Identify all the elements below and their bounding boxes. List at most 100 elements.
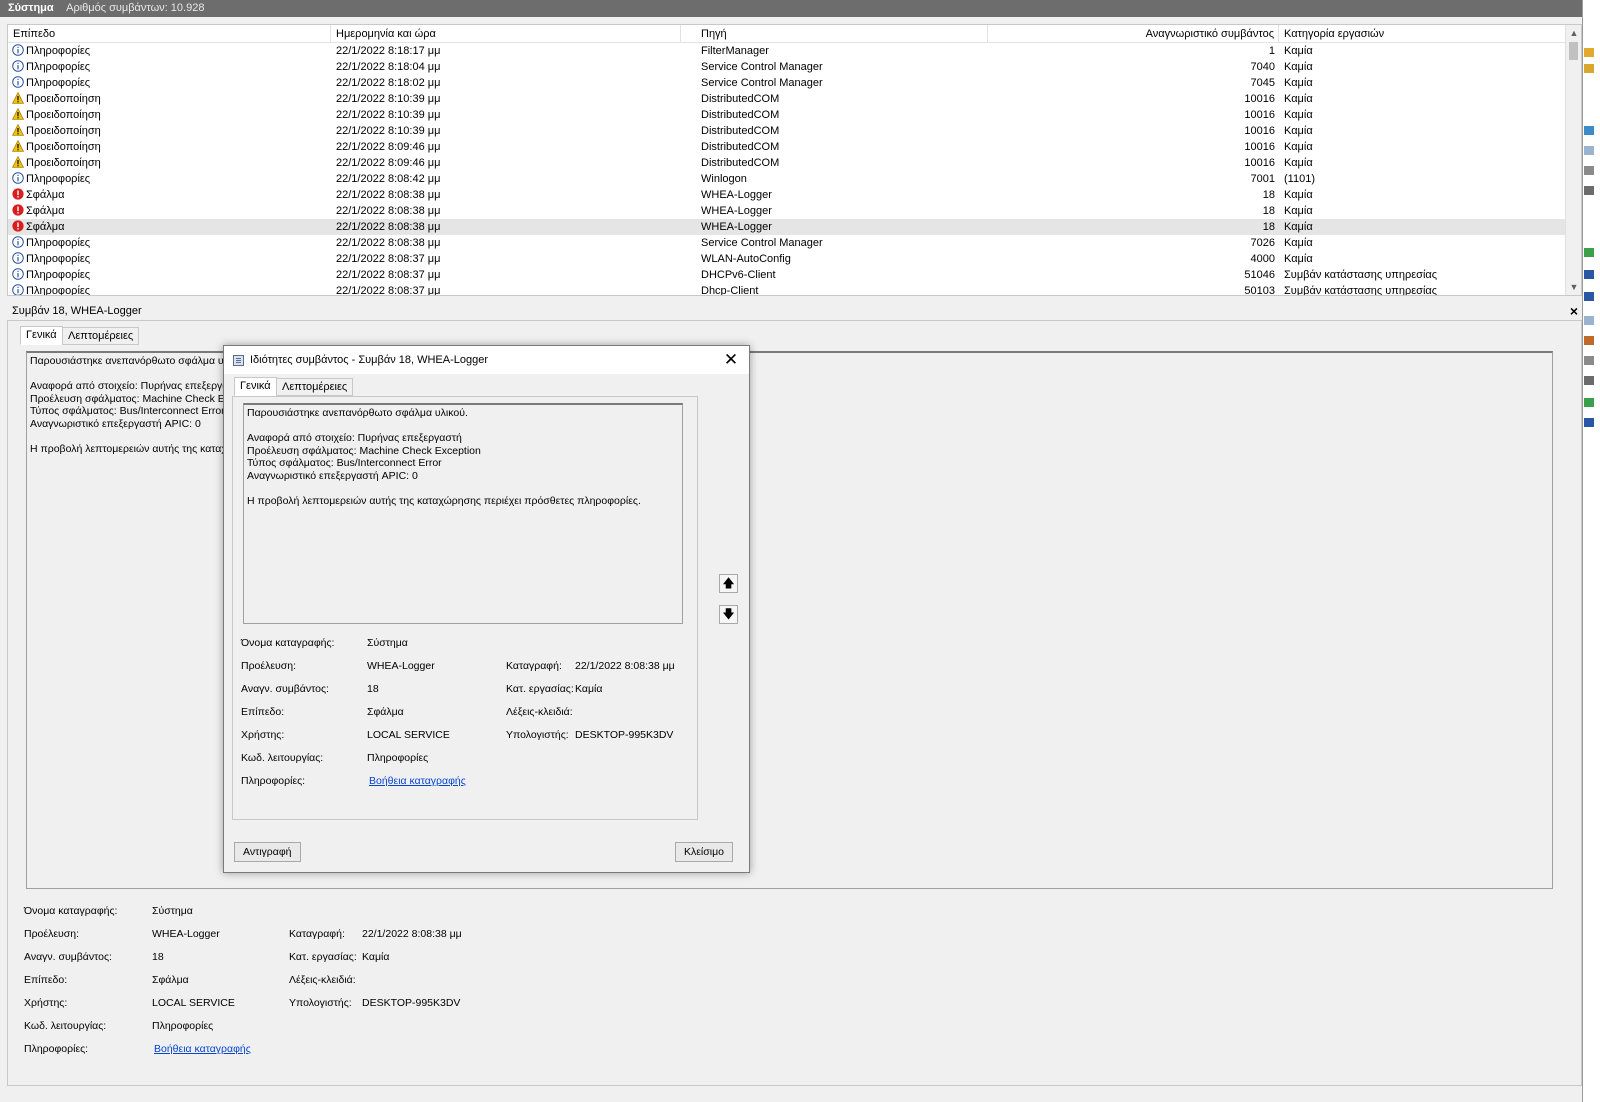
table-row[interactable]: Προειδοποίηση 22/1/2022 8:10:39 μμ Distrib… [8,107,1566,123]
folder-icon[interactable] [1584,48,1594,57]
cell-task-category: Καμία [1284,205,1313,217]
cell-event-id: 7040 [1250,61,1275,73]
column-event-id[interactable]: Αναγνωριστικό συμβάντος [988,25,1279,43]
scroll-up-icon[interactable]: ▲ [1566,25,1581,41]
copy-button[interactable]: Αντιγραφή [234,842,301,862]
dialog-label-logged: Καταγραφή: [506,660,562,672]
cell-event-id: 7026 [1250,237,1275,249]
cell-date: 22/1/2022 8:08:37 μμ [336,253,441,265]
event-properties-icon [233,355,244,366]
cell-event-id: 18 [1262,221,1275,233]
dialog-value-opcode: Πληροφορίες [367,752,429,764]
event-log-help-link[interactable]: Βοήθεια καταγραφής [154,1043,251,1055]
cell-date: 22/1/2022 8:18:04 μμ [336,61,441,73]
detail-tab-general[interactable]: Γενικά [20,326,63,345]
detail-close-icon[interactable]: × [1570,302,1578,320]
cell-event-id: 4000 [1250,253,1275,265]
cell-level: Προειδοποίηση [12,155,332,171]
dialog-event-log-help-link[interactable]: Βοήθεια καταγραφής [369,775,466,787]
help-event-icon[interactable] [1584,418,1594,427]
cell-source: DistributedCOM [701,93,780,105]
cell-date: 22/1/2022 8:10:39 μμ [336,93,441,105]
previous-event-icon[interactable]: 🡅 [719,574,738,593]
event-list[interactable]: Επίπεδο Ημερομηνία και ώρα Πηγή Αναγνωρι… [7,24,1582,296]
table-row[interactable]: Πληροφορίες 22/1/2022 8:18:17 μμ FilterMan… [8,43,1566,59]
level-text: Πληροφορίες [26,61,91,73]
table-row[interactable]: Πληροφορίες 22/1/2022 8:08:37 μμ DHCPv6-Cl… [8,267,1566,283]
cell-date: 22/1/2022 8:08:37 μμ [336,285,441,296]
level-text: Πληροφορίες [26,45,91,57]
dialog-value-level: Σφάλμα [367,706,404,718]
column-level[interactable]: Επίπεδο [8,25,331,43]
event-list-scrollbar[interactable]: ▲ ▼ [1565,25,1581,295]
cell-level: Πληροφορίες [12,171,332,187]
find-icon[interactable] [1584,166,1594,175]
properties-icon[interactable] [1584,146,1594,155]
scroll-thumb[interactable] [1569,42,1578,60]
cell-task-category: (1101) [1284,173,1315,185]
cell-date: 22/1/2022 8:08:38 μμ [336,221,441,233]
cell-task-category: Καμία [1284,45,1313,57]
cell-source: DistributedCOM [701,157,780,169]
actions-pane-edge [1582,0,1600,1102]
value-source: WHEA-Logger [152,928,220,940]
value-log-name: Σύστημα [152,905,193,917]
dialog-value-logged: 22/1/2022 8:08:38 μμ [575,660,675,672]
dialog-close-icon[interactable]: ✕ [721,350,741,370]
table-row[interactable]: Πληροφορίες 22/1/2022 8:08:38 μμ Service C… [8,235,1566,251]
label-user: Χρήστης: [24,997,68,1009]
value-opcode: Πληροφορίες [152,1020,214,1032]
table-row[interactable]: Προειδοποίηση 22/1/2022 8:10:39 μμ Distrib… [8,91,1566,107]
dialog-titlebar[interactable]: Ιδιότητες συμβάντος - Συμβάν 18, WHEA-Lo… [224,346,749,374]
info-icon [12,236,24,248]
cell-event-id: 10016 [1244,141,1275,153]
level-text: Προειδοποίηση [26,93,101,105]
label-logged: Καταγραφή: [289,928,345,940]
refresh-event-icon[interactable] [1584,398,1594,407]
event-properties-icon[interactable] [1584,316,1594,325]
help-icon[interactable] [1584,270,1594,279]
cell-date: 22/1/2022 8:18:02 μμ [336,77,441,89]
save-events-icon[interactable] [1584,376,1594,385]
table-row[interactable]: Προειδοποίηση 22/1/2022 8:10:39 μμ Distrib… [8,123,1566,139]
cell-date: 22/1/2022 8:09:46 μμ [336,157,441,169]
column-date[interactable]: Ημερομηνία και ώρα [331,25,681,43]
table-row[interactable]: Σφάλμα 22/1/2022 8:08:38 μμ WHEA-Logger 18 Κ… [8,219,1566,235]
dialog-tab-details[interactable]: Λεπτομέρειες [276,378,354,396]
funnel-icon[interactable] [1584,126,1594,135]
dialog-tab-general[interactable]: Γενικά [234,377,277,396]
scroll-down-icon[interactable]: ▼ [1566,279,1581,295]
cell-task-category: Καμία [1284,61,1313,73]
detail-tab-details[interactable]: Λεπτομέρειες [62,327,140,345]
filter-icon[interactable] [1584,64,1594,73]
dialog-label-keywords: Λέξεις-κλειδιά: [506,706,573,718]
error-icon [12,204,24,216]
cell-task-category: Συμβάν κατάστασης υπηρεσίας [1284,285,1438,296]
dialog-label-more-info: Πληροφορίες: [241,775,306,787]
table-row[interactable]: Σφάλμα 22/1/2022 8:08:38 μμ WHEA-Logger 18 Κ… [8,187,1566,203]
close-button[interactable]: Κλείσιμο [675,842,733,862]
table-row[interactable]: Σφάλμα 22/1/2022 8:08:38 μμ WHEA-Logger 18 Κ… [8,203,1566,219]
attach-task-icon[interactable] [1584,336,1594,345]
table-row[interactable]: Πληροφορίες 22/1/2022 8:08:42 μμ Winlogon 7… [8,171,1566,187]
table-row[interactable]: Προειδοποίηση 22/1/2022 8:09:46 μμ Distrib… [8,155,1566,171]
refresh-icon[interactable] [1584,248,1594,257]
next-event-icon[interactable]: 🡇 [719,605,738,624]
cell-level: Πληροφορίες [12,75,332,91]
event-rows: Πληροφορίες 22/1/2022 8:18:17 μμ FilterMan… [8,43,1566,296]
cell-event-id: 7001 [1250,173,1275,185]
save-icon[interactable] [1584,186,1594,195]
label-level: Επίπεδο: [24,974,68,986]
table-row[interactable]: Πληροφορίες 22/1/2022 8:18:04 μμ Service C… [8,59,1566,75]
copy-icon[interactable] [1584,356,1594,365]
cell-task-category: Καμία [1284,221,1313,233]
table-row[interactable]: Πληροφορίες 22/1/2022 8:08:37 μμ Dhcp-Clie… [8,283,1566,296]
table-row[interactable]: Πληροφορίες 22/1/2022 8:18:02 μμ Service C… [8,75,1566,91]
table-row[interactable]: Πληροφορίες 22/1/2022 8:08:37 μμ WLAN-Auto… [8,251,1566,267]
cell-event-id: 10016 [1244,109,1275,121]
cell-event-id: 50103 [1244,285,1275,296]
column-source[interactable]: Πηγή [696,25,988,43]
column-task-category[interactable]: Κατηγορία εργασιών [1279,25,1566,43]
cell-task-category: Καμία [1284,237,1313,249]
table-row[interactable]: Προειδοποίηση 22/1/2022 8:09:46 μμ Distrib… [8,139,1566,155]
